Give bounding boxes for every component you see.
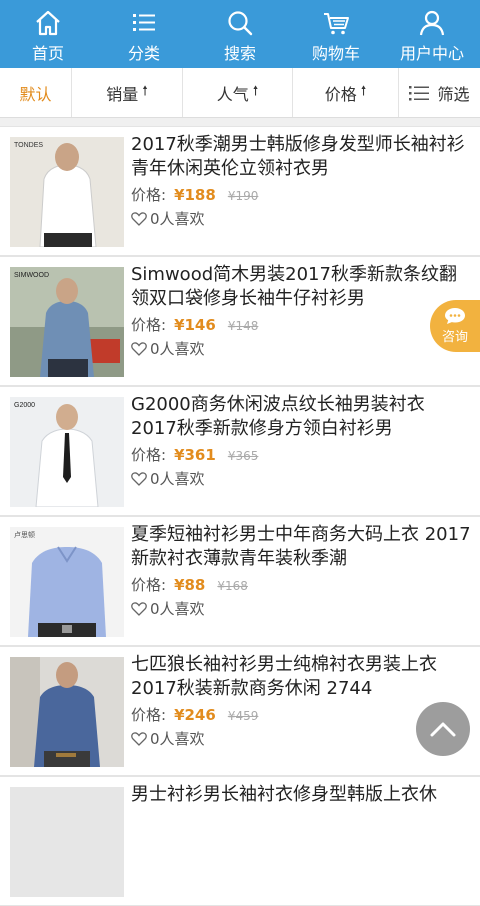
- like-count: 0人喜欢: [150, 600, 205, 618]
- product-thumbnail[interactable]: [10, 787, 124, 897]
- back-to-top-button[interactable]: [416, 702, 470, 756]
- product-thumbnail[interactable]: 卢思顿: [10, 527, 124, 637]
- sort-sales[interactable]: 销量 🠕: [72, 68, 183, 117]
- nav-search[interactable]: 搜索: [192, 0, 288, 68]
- thumb-brand: G2000: [14, 402, 35, 409]
- product-title[interactable]: 夏季短袖衬衫男士中年商务大码上衣 2017新款衬衣薄款青年装秋季潮: [131, 523, 471, 571]
- product-thumbnail[interactable]: TONDES: [10, 137, 124, 247]
- price-row: 价格: ¥246 ¥459: [131, 704, 258, 725]
- product-item[interactable]: TONDES 2017秋季潮男士韩版修身发型师长袖衬衫 青年休闲英伦立领衬衣男 …: [0, 126, 480, 256]
- list-icon: [133, 14, 155, 31]
- arrow-up-icon: 🠕: [252, 83, 259, 99]
- nav-cart-label: 购物车: [311, 44, 360, 63]
- like-count: 0人喜欢: [150, 470, 205, 488]
- sort-popularity-label: 人气: [216, 84, 249, 104]
- filter-list-icon: [409, 85, 430, 100]
- heart-icon: [131, 472, 147, 486]
- product-title[interactable]: 男士衬衫男长袖衬衣修身型韩版上衣休: [131, 783, 471, 807]
- price-row: 价格: ¥361 ¥365: [131, 444, 258, 465]
- current-price: ¥88: [174, 576, 206, 594]
- home-icon: [36, 10, 60, 36]
- nav-category-label: 分类: [127, 44, 160, 63]
- price-label: 价格:: [131, 576, 167, 594]
- like-row[interactable]: 0人喜欢: [131, 468, 205, 489]
- like-row[interactable]: 0人喜欢: [131, 728, 205, 749]
- product-thumbnail[interactable]: [10, 657, 124, 767]
- product-item[interactable]: SIMWOOD Simwood简木男装2017秋季新款条纹翻领双口袋修身长袖牛仔…: [0, 256, 480, 386]
- arrow-up-icon: 🠕: [360, 83, 367, 99]
- chat-bubble-icon: [445, 308, 465, 324]
- product-item[interactable]: G2000 G2000商务休闲波点纹长袖男装衬衣 2017秋季新款修身方领白衬衫…: [0, 386, 480, 516]
- product-item[interactable]: 卢思顿 夏季短袖衬衫男士中年商务大码上衣 2017新款衬衣薄款青年装秋季潮 价格…: [0, 516, 480, 646]
- current-price: ¥361: [174, 446, 216, 464]
- nav-home[interactable]: 首页: [0, 0, 96, 68]
- thumb-brand: TONDES: [14, 142, 43, 149]
- chevron-up-icon: [430, 722, 456, 737]
- like-count: 0人喜欢: [150, 210, 205, 228]
- sort-price[interactable]: 价格 🠕: [293, 68, 399, 117]
- filter-label: 筛选: [437, 84, 470, 104]
- nav-cart[interactable]: 购物车: [288, 0, 384, 68]
- nav-category[interactable]: 分类: [96, 0, 192, 68]
- consult-label: 咨询: [441, 330, 468, 345]
- sort-default-label: 默认: [19, 84, 52, 104]
- thumb-brand: 卢思顿: [14, 530, 35, 539]
- nav-user-label: 用户中心: [399, 44, 464, 63]
- current-price: ¥246: [174, 706, 216, 724]
- consult-button[interactable]: 咨询: [430, 300, 480, 352]
- heart-icon: [131, 212, 147, 226]
- product-title[interactable]: 2017秋季潮男士韩版修身发型师长袖衬衫 青年休闲英伦立领衬衣男: [131, 133, 471, 181]
- price-label: 价格:: [131, 706, 167, 724]
- current-price: ¥146: [174, 316, 216, 334]
- heart-icon: [131, 342, 147, 356]
- like-count: 0人喜欢: [150, 340, 205, 358]
- price-row: 价格: ¥146 ¥148: [131, 314, 258, 335]
- top-navigation-bar: 首页 分类 搜索 购物车 用户中心: [0, 0, 480, 68]
- cart-icon: [324, 13, 349, 35]
- sort-default[interactable]: 默认: [0, 68, 72, 117]
- current-price: ¥188: [174, 186, 216, 204]
- heart-icon: [131, 602, 147, 616]
- original-price: ¥190: [227, 189, 259, 203]
- sort-popularity[interactable]: 人气 🠕: [183, 68, 293, 117]
- sort-price-label: 价格: [324, 84, 357, 104]
- product-thumbnail[interactable]: SIMWOOD: [10, 267, 124, 377]
- sort-sales-label: 销量: [106, 84, 139, 104]
- product-item[interactable]: 七匹狼长袖衬衫男士纯棉衬衣男装上衣 2017秋装新款商务休闲 2744 价格: …: [0, 646, 480, 776]
- nav-home-label: 首页: [31, 44, 64, 63]
- like-row[interactable]: 0人喜欢: [131, 338, 205, 359]
- product-title[interactable]: G2000商务休闲波点纹长袖男装衬衣 2017秋季新款修身方领白衬衫男: [131, 393, 471, 441]
- price-row: 价格: ¥88 ¥168: [131, 574, 248, 595]
- user-icon: [419, 10, 445, 36]
- price-label: 价格:: [131, 186, 167, 204]
- nav-user-center[interactable]: 用户中心: [384, 0, 480, 68]
- product-title[interactable]: 七匹狼长袖衬衫男士纯棉衬衣男装上衣 2017秋装新款商务休闲 2744: [131, 653, 471, 701]
- filter-button[interactable]: 筛选: [399, 68, 480, 117]
- price-label: 价格:: [131, 316, 167, 334]
- product-thumbnail[interactable]: G2000: [10, 397, 124, 507]
- product-title[interactable]: Simwood简木男装2017秋季新款条纹翻领双口袋修身长袖牛仔衬衫男: [131, 263, 471, 311]
- original-price: ¥168: [217, 579, 248, 593]
- like-row[interactable]: 0人喜欢: [131, 598, 205, 619]
- like-row[interactable]: 0人喜欢: [131, 208, 205, 229]
- product-item[interactable]: 男士衬衫男长袖衬衣修身型韩版上衣休: [0, 776, 480, 906]
- price-label: 价格:: [131, 446, 167, 464]
- like-count: 0人喜欢: [150, 730, 205, 748]
- thumb-brand: SIMWOOD: [14, 272, 49, 279]
- heart-icon: [131, 732, 147, 746]
- nav-search-label: 搜索: [223, 44, 256, 63]
- original-price: ¥459: [227, 709, 259, 723]
- arrow-up-icon: 🠕: [142, 83, 148, 99]
- product-list: TONDES 2017秋季潮男士韩版修身发型师长袖衬衫 青年休闲英伦立领衬衣男 …: [0, 126, 480, 906]
- original-price: ¥365: [227, 449, 259, 463]
- search-icon: [228, 11, 253, 36]
- sort-bar: 默认 销量 🠕 人气 🠕 价格 🠕 筛选: [0, 68, 480, 118]
- original-price: ¥148: [227, 319, 259, 333]
- price-row: 价格: ¥188 ¥190: [131, 184, 258, 205]
